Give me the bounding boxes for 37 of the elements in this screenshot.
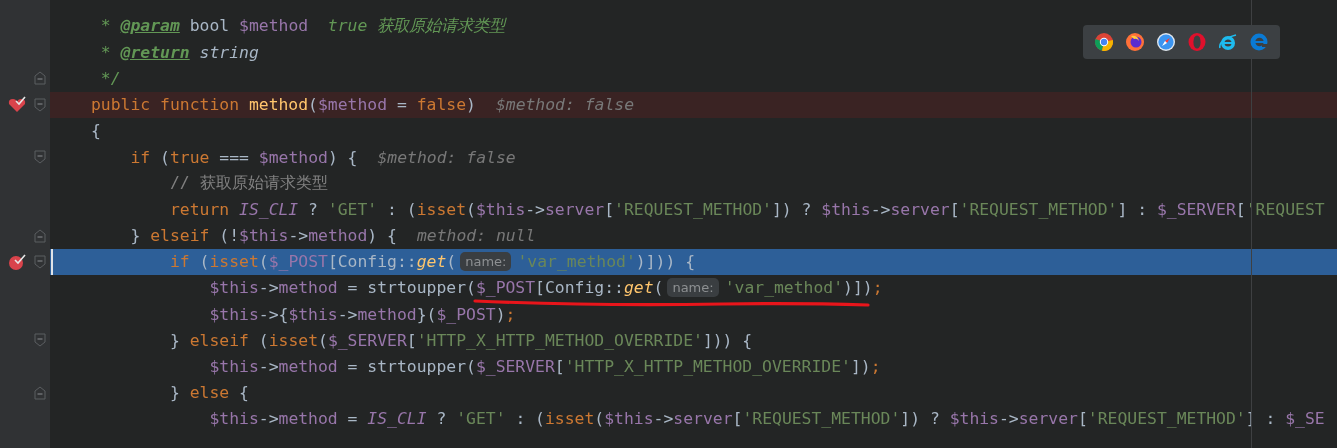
fold-icon[interactable]	[34, 150, 46, 165]
inline-value-hint: $method: false	[377, 147, 516, 167]
code-text: $this->method = strtoupper($_SERVER['HTTP_X_HTTP_METHOD_OVERRIDE']);	[208, 357, 881, 377]
code-text: if (true === $method) {	[129, 147, 358, 167]
ring-icon[interactable]	[1186, 32, 1207, 52]
browser-icon[interactable]	[1125, 32, 1146, 52]
fold-icon[interactable]	[34, 71, 46, 86]
code-text: $_POST[Config::get(	[475, 278, 664, 298]
inline-value-hint: $method: false	[495, 95, 635, 115]
code-text: );	[862, 278, 883, 298]
fold-icon[interactable]	[34, 333, 46, 348]
inline-value-hint: method: null	[416, 226, 536, 246]
code-text: // 获取原始请求类型	[168, 172, 328, 195]
code-text: {	[91, 121, 101, 141]
fold-icon[interactable]	[34, 97, 46, 112]
code-text: return IS_CLI ? 'GET' : (isset($this->server['REQUEST_METHOD']) ? $this->server['REQUEST_METHOD'] : $_SERVER['REQUEST	[168, 199, 1325, 219]
color-wheel-icon[interactable]	[1094, 32, 1115, 52]
code-text: */	[99, 68, 121, 88]
code-text: } elseif (!$this->method) {	[129, 226, 397, 246]
fold-icon[interactable]	[34, 228, 46, 243]
compass-icon[interactable]	[1156, 32, 1177, 52]
code-text: public function method($method = false)	[91, 95, 476, 115]
fold-icon[interactable]	[34, 254, 46, 269]
swirl-icon[interactable]	[1217, 32, 1238, 52]
text-caret	[51, 248, 53, 275]
code-text: * @return string	[99, 42, 259, 62]
code-text: if (isset($_POST[Config::get(	[168, 252, 457, 272]
code-text: 'var_method')]	[724, 278, 863, 298]
fold-icon[interactable]	[34, 385, 46, 400]
code-text: } elseif (isset($_SERVER['HTTP_X_HTTP_METHOD_OVERRIDE'])) {	[168, 330, 753, 350]
code-text: $this->method = strtoupper(	[208, 278, 476, 298]
code-text: $this->{$this->method}($_POST);	[208, 304, 516, 324]
code-text: * @param bool $method true 获取原始请求类型	[99, 15, 506, 38]
parameter-hint: name:	[460, 252, 512, 272]
parameter-hint: name:	[667, 278, 719, 298]
code-text: } else {	[168, 383, 249, 403]
code-text: 'var_method')])) {	[517, 252, 696, 272]
